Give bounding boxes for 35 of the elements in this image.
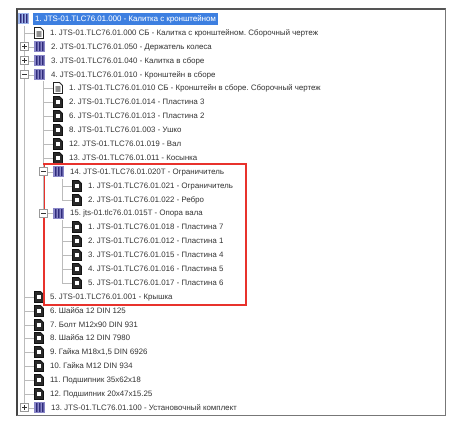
assembly-icon	[18, 13, 29, 24]
file-icon	[72, 180, 82, 192]
expander-icon[interactable]	[20, 70, 29, 79]
file-icon	[34, 360, 44, 372]
file-icon	[72, 249, 82, 262]
file-icon	[72, 276, 82, 289]
file-icon	[53, 96, 63, 108]
expander-icon[interactable]	[39, 208, 48, 218]
expander-icon[interactable]	[20, 42, 29, 52]
expander-icon[interactable]	[20, 403, 29, 412]
assembly-icon	[34, 41, 45, 52]
file-icon	[53, 124, 63, 136]
document-icon	[34, 26, 44, 39]
assembly-icon	[53, 166, 64, 178]
file-icon	[72, 194, 82, 206]
expander-icon[interactable]	[20, 56, 29, 66]
assembly-icon	[53, 208, 64, 219]
file-icon	[34, 332, 44, 344]
file-icon	[53, 110, 63, 122]
assembly-icon	[34, 55, 45, 66]
file-icon	[34, 388, 44, 400]
expander-icon[interactable]	[39, 167, 48, 176]
file-icon	[53, 138, 63, 150]
assembly-icon	[34, 402, 45, 414]
file-icon	[34, 346, 44, 358]
file-icon	[53, 152, 63, 164]
file-icon	[34, 290, 44, 303]
file-icon	[34, 318, 44, 331]
file-icon	[34, 304, 44, 317]
file-icon	[72, 262, 82, 275]
document-icon	[53, 82, 63, 94]
file-icon	[72, 221, 82, 234]
file-icon	[34, 374, 44, 386]
file-icon	[72, 235, 82, 248]
assembly-icon	[34, 69, 45, 80]
